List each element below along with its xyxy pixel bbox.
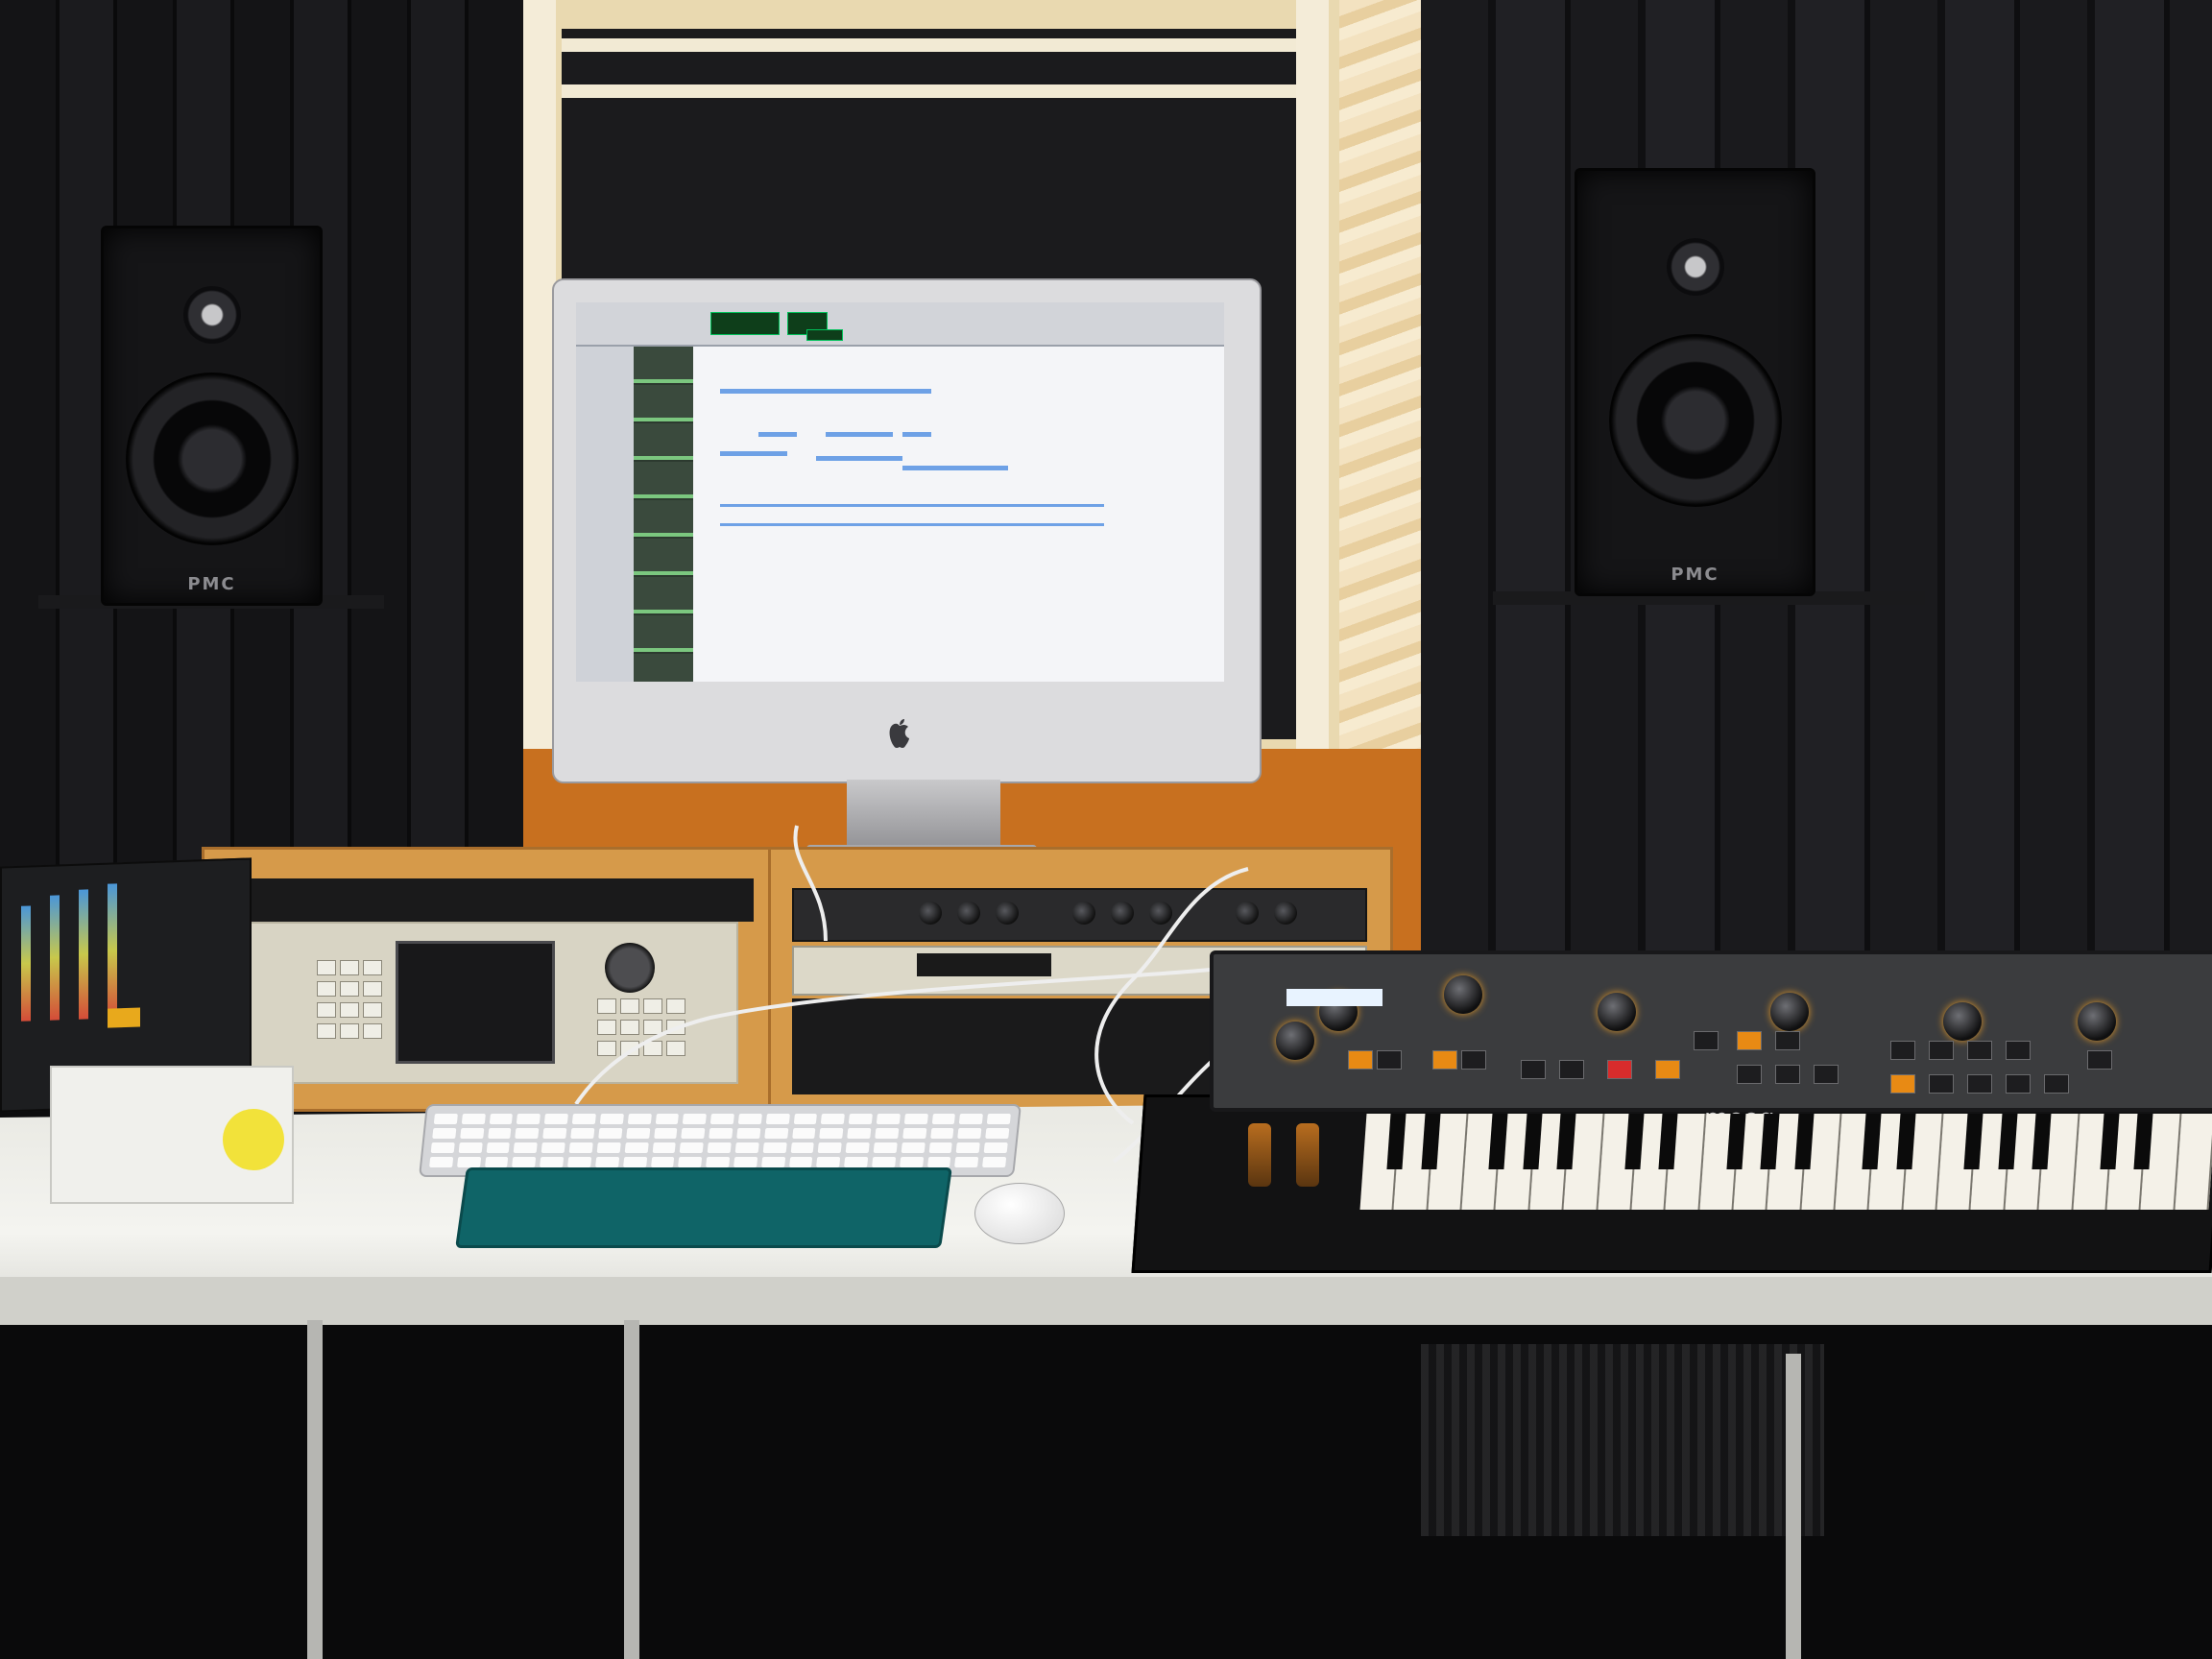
synth-button[interactable] <box>1655 1060 1680 1079</box>
drawing-tablet-case <box>455 1167 952 1248</box>
knob-icon[interactable] <box>1276 1022 1314 1060</box>
white-key[interactable] <box>2175 1114 2212 1210</box>
knob-icon[interactable] <box>1943 1002 1982 1041</box>
pitch-wheel[interactable] <box>1248 1123 1271 1187</box>
synth-button[interactable] <box>2006 1074 2031 1094</box>
synth-keyboard[interactable] <box>1359 1114 2212 1210</box>
mod-wheel[interactable] <box>1296 1123 1319 1187</box>
synth-button[interactable] <box>1694 1031 1719 1050</box>
box-sticker <box>223 1109 284 1170</box>
synth-button[interactable] <box>1890 1074 1915 1094</box>
knob-icon[interactable] <box>2078 1002 2116 1041</box>
synth-button[interactable] <box>1377 1050 1402 1070</box>
synth-button[interactable] <box>1348 1050 1373 1070</box>
synth-button[interactable] <box>1521 1060 1546 1079</box>
synth-button[interactable] <box>1814 1065 1839 1084</box>
synth-button[interactable] <box>1559 1060 1584 1079</box>
synth-button[interactable] <box>1432 1050 1457 1070</box>
synth-button[interactable] <box>2087 1050 2112 1070</box>
knob-icon[interactable] <box>1598 993 1636 1031</box>
synth-button[interactable] <box>1607 1060 1632 1079</box>
synth-button[interactable] <box>1929 1074 1954 1094</box>
synth-button[interactable] <box>1967 1041 1992 1060</box>
knob-icon[interactable] <box>1770 993 1809 1031</box>
synth-display <box>1286 989 1382 1006</box>
synth-button[interactable] <box>1775 1065 1800 1084</box>
synth-button[interactable] <box>1737 1031 1762 1050</box>
knob-icon[interactable] <box>1444 975 1482 1014</box>
synth-control-panel <box>1210 950 2212 1112</box>
synth-button[interactable] <box>1775 1031 1800 1050</box>
cables <box>574 825 1249 1164</box>
synth-button[interactable] <box>2044 1074 2069 1094</box>
synth-button[interactable] <box>1890 1041 1915 1060</box>
synth-button[interactable] <box>1461 1050 1486 1070</box>
synth-button[interactable] <box>1929 1041 1954 1060</box>
synth-button[interactable] <box>1737 1065 1762 1084</box>
computer-mouse[interactable] <box>974 1183 1065 1244</box>
synth-button[interactable] <box>2006 1041 2031 1060</box>
synth-wheels <box>1219 1114 1363 1210</box>
computer-keyboard[interactable] <box>419 1104 1022 1177</box>
synth-button[interactable] <box>1967 1074 1992 1094</box>
